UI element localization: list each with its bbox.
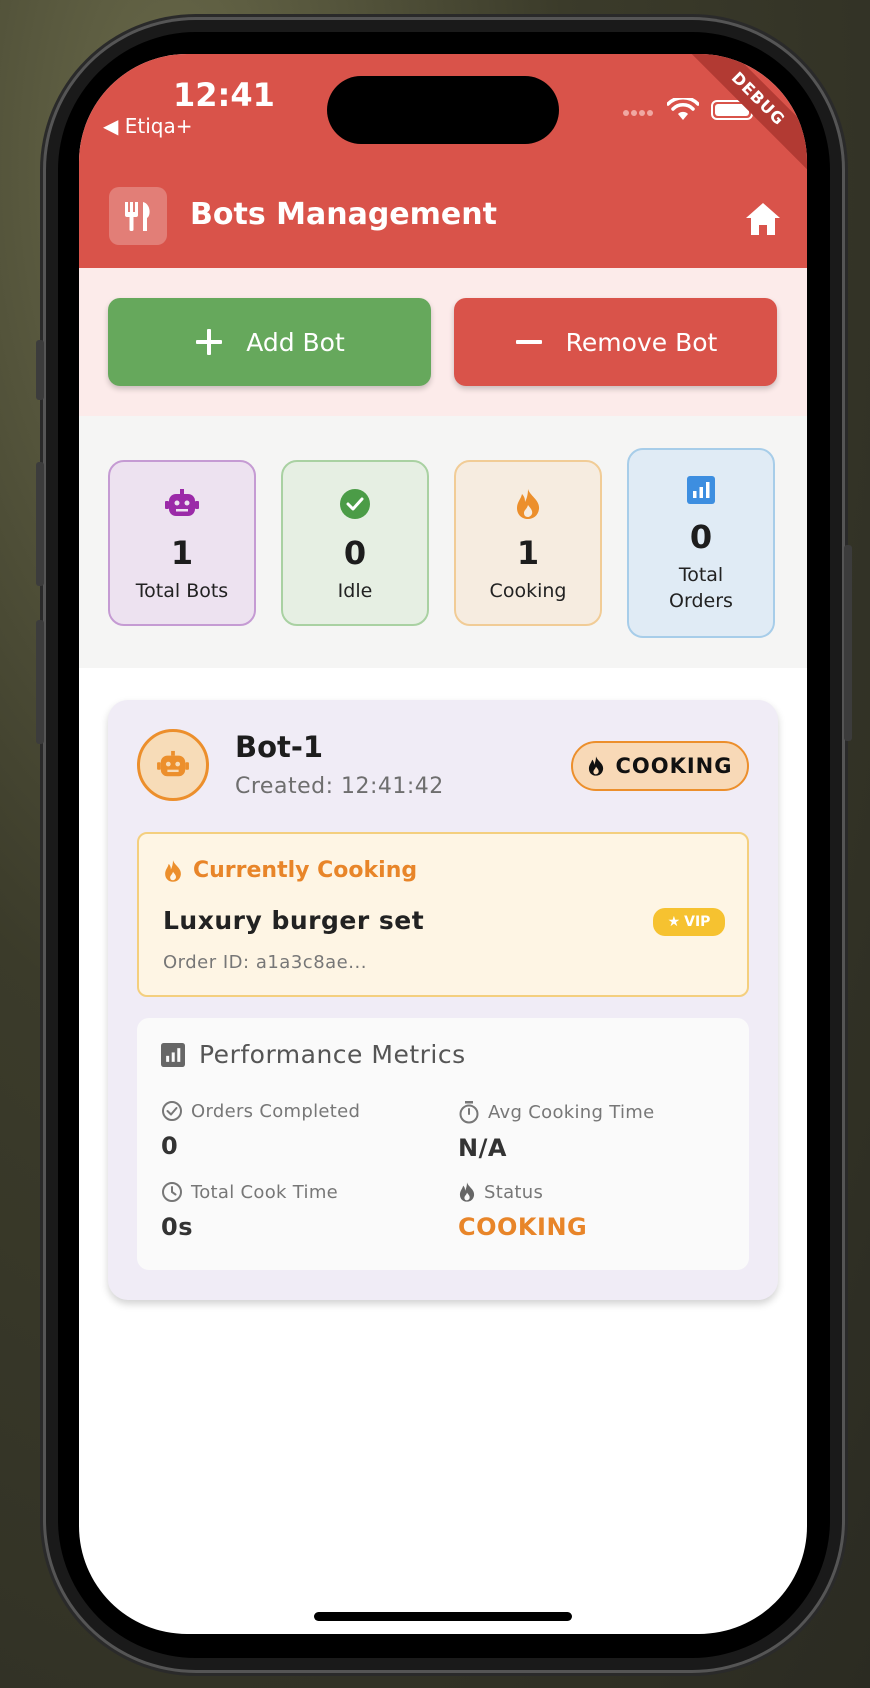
order-item-name: Luxury burger set: [163, 906, 425, 935]
timer-icon: [459, 1101, 479, 1124]
stat-cooking: 1 Cooking: [454, 460, 602, 626]
signal-icon: [623, 101, 655, 120]
dynamic-island: [327, 76, 559, 144]
metric-total-cook-time: Total Cook Time 0s: [161, 1181, 339, 1242]
plus-icon: [196, 329, 223, 355]
home-icon[interactable]: [743, 199, 783, 239]
metric-orders-completed: Orders Completed 0: [161, 1100, 361, 1161]
add-bot-button[interactable]: Add Bot: [108, 298, 431, 386]
status-badge-label: COOKING: [615, 754, 733, 778]
power-button: [844, 545, 852, 741]
metric-label: Status: [484, 1181, 544, 1203]
metric-label: Orders Completed: [191, 1100, 361, 1122]
stat-value: 0: [689, 518, 713, 556]
check-circle-outline-icon: [162, 1101, 182, 1121]
metric-value: N/A: [458, 1134, 507, 1162]
page-title: Bots Management: [190, 197, 497, 232]
volume-down-button: [36, 620, 44, 744]
fire-icon: [517, 489, 540, 519]
metrics-heading-label: Performance Metrics: [199, 1040, 466, 1069]
metrics-heading: Performance Metrics: [161, 1040, 466, 1069]
volume-up-button: [36, 462, 44, 586]
stat-value: 1: [170, 534, 194, 572]
current-order-heading-label: Currently Cooking: [193, 858, 418, 883]
app-bar: 12:41 ◀ Etiqa+ DEBUG Bots Management: [79, 54, 807, 268]
fire-icon: [459, 1182, 475, 1202]
stat-value: 0: [343, 534, 367, 572]
stat-total-bots: 1 Total Bots: [108, 460, 256, 626]
vip-label: VIP: [684, 914, 711, 930]
stat-label: Total Bots: [135, 580, 229, 602]
analytics-icon: [161, 1042, 185, 1067]
bar-chart-icon: [687, 476, 715, 504]
bot-card[interactable]: Bot-1 Created: 12:41:42 COOKING Currentl…: [108, 700, 778, 1300]
metric-value: COOKING: [458, 1213, 588, 1241]
stat-label: Idle: [337, 580, 373, 602]
order-id: Order ID: a1a3c8ae...: [163, 952, 367, 973]
bot-name: Bot-1: [235, 730, 324, 764]
metric-value: 0s: [161, 1213, 193, 1241]
current-order-box: Currently Cooking Luxury burger set ★ VI…: [137, 832, 749, 997]
metric-status: Status COOKING: [458, 1181, 588, 1242]
stat-label: Total Orders: [669, 564, 733, 612]
fire-icon: [165, 859, 181, 882]
robot-icon: [157, 750, 189, 777]
stat-label: Cooking: [489, 580, 567, 602]
stats-panel: 1 Total Bots 0 Idle 1 Cooking 0 Total Or…: [79, 416, 807, 668]
home-indicator[interactable]: [314, 1612, 572, 1621]
metric-label: Total Cook Time: [191, 1181, 339, 1203]
bot-avatar: [137, 729, 209, 801]
vip-badge: ★ VIP: [653, 908, 725, 936]
current-order-heading: Currently Cooking: [163, 858, 417, 883]
wifi-icon: [667, 98, 699, 120]
check-circle-icon: [340, 489, 370, 519]
bot-created-time: Created: 12:41:42: [235, 774, 444, 799]
app-screen: 12:41 ◀ Etiqa+ DEBUG Bots Management Add…: [79, 54, 807, 1634]
fire-icon: [589, 756, 604, 776]
remove-bot-button[interactable]: Remove Bot: [454, 298, 777, 386]
performance-metrics: Performance Metrics Orders Completed 0 A…: [137, 1018, 749, 1270]
metric-avg-cooking-time: Avg Cooking Time N/A: [458, 1100, 654, 1162]
back-to-app-link[interactable]: ◀ Etiqa+: [103, 114, 192, 138]
fork-knife-icon: [109, 187, 167, 245]
status-icons: [623, 98, 756, 122]
metric-value: 0: [161, 1132, 179, 1160]
stat-total-orders: 0 Total Orders: [627, 448, 775, 638]
status-time: 12:41: [173, 76, 275, 114]
add-bot-label: Add Bot: [246, 327, 345, 357]
metric-label: Avg Cooking Time: [488, 1101, 655, 1123]
minus-icon: [515, 340, 542, 344]
clock-icon: [162, 1182, 182, 1202]
action-bar: Add Bot Remove Bot: [79, 268, 807, 416]
stat-value: 1: [516, 534, 540, 572]
robot-icon: [165, 489, 199, 516]
remove-bot-label: Remove Bot: [565, 327, 718, 357]
action-button: [36, 340, 44, 400]
star-icon: ★: [667, 914, 681, 930]
status-badge: COOKING: [571, 741, 749, 791]
stat-idle: 0 Idle: [281, 460, 429, 626]
